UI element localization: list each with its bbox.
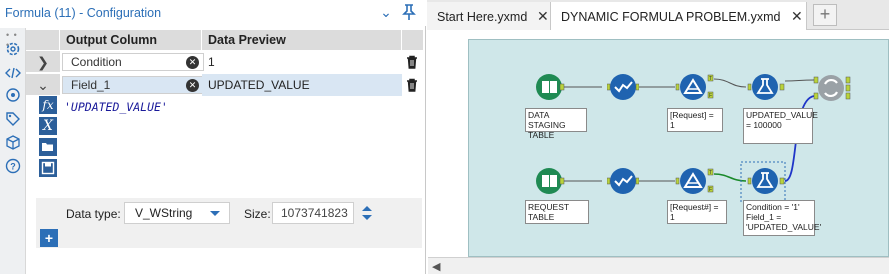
data-preview-header: Data Preview <box>202 30 402 50</box>
svg-text:F: F <box>709 93 712 99</box>
configuration-title-bar: Formula (11) - Configuration ⌄ <box>0 0 426 26</box>
input-data-icon[interactable] <box>535 73 565 101</box>
data-type-label: Data type: <box>66 207 121 221</box>
output-column-header: Output Column <box>60 30 202 50</box>
size-stepper-icon[interactable] <box>354 202 380 224</box>
code-icon[interactable] <box>4 64 22 82</box>
expand-arrow-icon[interactable]: ❯ <box>26 51 60 73</box>
tag-icon[interactable] <box>4 110 22 128</box>
scroll-left-icon[interactable]: ◀ <box>432 260 440 273</box>
svg-text:T: T <box>709 170 712 176</box>
close-icon[interactable]: ✕ <box>537 8 549 25</box>
tab-dynamic-formula-problem[interactable]: DYNAMIC FORMULA PROBLEM.yxmd ✕ <box>551 2 807 30</box>
horizontal-scrollbar[interactable]: ◀ <box>428 257 889 274</box>
side-toolbar: • • • ? <box>0 28 26 274</box>
tab-label: Start Here.yxmd <box>437 10 528 24</box>
tab-label: DYNAMIC FORMULA PROBLEM.yxmd <box>561 10 781 24</box>
close-icon[interactable]: ✕ <box>791 8 803 25</box>
node-label-filter-1: [Request] = 1 <box>667 108 723 132</box>
node-label-formula-2: Condition = '1' Field_1 = 'UPDATED_VALUE… <box>743 200 821 236</box>
grid-corner <box>26 30 60 50</box>
help-icon[interactable]: ? <box>4 157 22 175</box>
data-type-select[interactable]: V_WString <box>124 202 230 224</box>
add-row-strip <box>36 228 422 248</box>
grid-row-field-1[interactable]: ⌄ Field_1 ✕ UPDATED_VALUE <box>26 74 424 96</box>
select-tool-icon[interactable] <box>607 167 639 195</box>
pin-icon[interactable] <box>400 3 418 21</box>
size-label: Size: <box>244 207 271 221</box>
node-label-filter-2: [Request#] = 1 <box>667 200 727 224</box>
canvas-container[interactable]: T F T F DATA STAGING TABLE [Request] = 1… <box>468 39 889 257</box>
new-tab-button[interactable]: + <box>813 4 837 26</box>
data-type-value: V_WString <box>135 206 193 220</box>
expression-tools: fx X <box>36 96 57 182</box>
grid-row-condition[interactable]: ❯ Condition ✕ 1 <box>26 51 424 73</box>
size-input[interactable]: 1073741823 <box>272 202 354 224</box>
connection-icon[interactable] <box>4 86 22 104</box>
dropdown-caret-icon <box>210 211 220 216</box>
output-column-field[interactable]: Field_1 <box>62 76 204 94</box>
svg-text:F: F <box>709 187 712 193</box>
svg-text:?: ? <box>10 162 16 172</box>
configuration-panel: Formula (11) - Configuration ⌄ • • • ? O… <box>0 0 426 274</box>
configuration-title: Formula (11) - Configuration <box>5 6 162 20</box>
save-icon[interactable] <box>39 159 57 177</box>
document-tabs: Start Here.yxmd ✕ DYNAMIC FORMULA PROBLE… <box>427 0 889 30</box>
clear-icon[interactable]: ✕ <box>186 79 199 92</box>
node-label-formula-1: UPDATED_VALUE = 100000 <box>743 108 818 144</box>
data-preview-value: 1 <box>208 55 215 69</box>
collapse-arrow-icon[interactable]: ⌄ <box>26 74 60 96</box>
filter-tool-icon[interactable]: T F <box>675 71 715 103</box>
cube-icon[interactable] <box>4 134 22 152</box>
trash-icon[interactable] <box>404 77 420 93</box>
union-tool-icon[interactable] <box>813 70 853 106</box>
workflow-canvas[interactable]: T F T F DATA STAGING TABLE [Request] = 1… <box>428 31 889 257</box>
variable-icon[interactable]: X <box>39 117 57 135</box>
header-filler <box>402 30 424 50</box>
expression-text[interactable]: 'UPDATED_VALUE' <box>64 100 168 114</box>
formula-tool-icon[interactable] <box>747 71 787 103</box>
filter-tool-icon[interactable]: T F <box>675 165 715 197</box>
gear-icon[interactable] <box>4 40 22 58</box>
data-type-bar: Data type: V_WString Size: 1073741823 <box>36 198 422 228</box>
function-icon[interactable]: fx <box>39 96 57 114</box>
tab-start-here[interactable]: Start Here.yxmd ✕ <box>427 2 551 30</box>
add-row-button[interactable]: + <box>40 229 58 247</box>
clear-icon[interactable]: ✕ <box>186 56 199 69</box>
trash-icon[interactable] <box>404 54 420 70</box>
svg-text:T: T <box>709 76 712 82</box>
select-tool-icon[interactable] <box>607 73 639 101</box>
open-folder-icon[interactable] <box>39 138 57 156</box>
input-data-icon[interactable] <box>535 167 565 195</box>
node-label-request: REQUEST TABLE <box>525 200 589 224</box>
data-preview-value: UPDATED_VALUE <box>202 74 402 96</box>
node-label-staging: DATA STAGING TABLE <box>525 108 587 140</box>
output-column-field[interactable]: Condition <box>62 53 204 71</box>
formula-tool-icon[interactable] <box>747 165 787 197</box>
chevron-down-icon[interactable]: ⌄ <box>378 4 394 20</box>
